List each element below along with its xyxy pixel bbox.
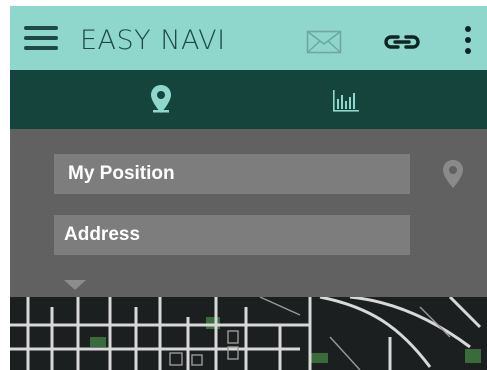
menu-icon-bar (24, 46, 58, 50)
my-position-label: My Position (68, 163, 175, 184)
more-vert-icon-dot (465, 48, 471, 54)
bar-chart-icon (333, 90, 359, 112)
map-streets (10, 295, 487, 370)
mail-button[interactable] (306, 30, 342, 54)
caret-down-icon (64, 280, 86, 290)
search-panel: My Position Address (10, 129, 487, 297)
locate-me-button[interactable] (442, 159, 464, 189)
tab-location[interactable] (78, 70, 258, 129)
location-pin-icon (443, 160, 463, 188)
my-position-field[interactable]: My Position (54, 154, 410, 194)
more-vert-icon-dot (465, 37, 471, 43)
app-bar: EASY NAVI (10, 6, 487, 70)
menu-icon-bar (24, 36, 58, 40)
address-label: Address (64, 224, 141, 245)
link-button[interactable] (382, 33, 422, 51)
more-options-button[interactable] (460, 24, 474, 56)
map-view[interactable] (10, 295, 487, 370)
app-screen: EASY NAVI My Position Address (10, 6, 487, 370)
mail-icon (306, 30, 342, 54)
more-vert-icon-dot (465, 26, 471, 32)
address-field[interactable]: Address (54, 215, 410, 255)
location-pin-icon (151, 85, 171, 113)
expand-panel-button[interactable] (64, 279, 86, 291)
menu-button[interactable] (24, 26, 58, 50)
menu-icon-bar (24, 26, 58, 30)
tab-bar (10, 70, 487, 129)
link-icon (384, 35, 420, 49)
app-title: EASY NAVI (80, 25, 226, 56)
tab-statistics[interactable] (246, 70, 426, 129)
